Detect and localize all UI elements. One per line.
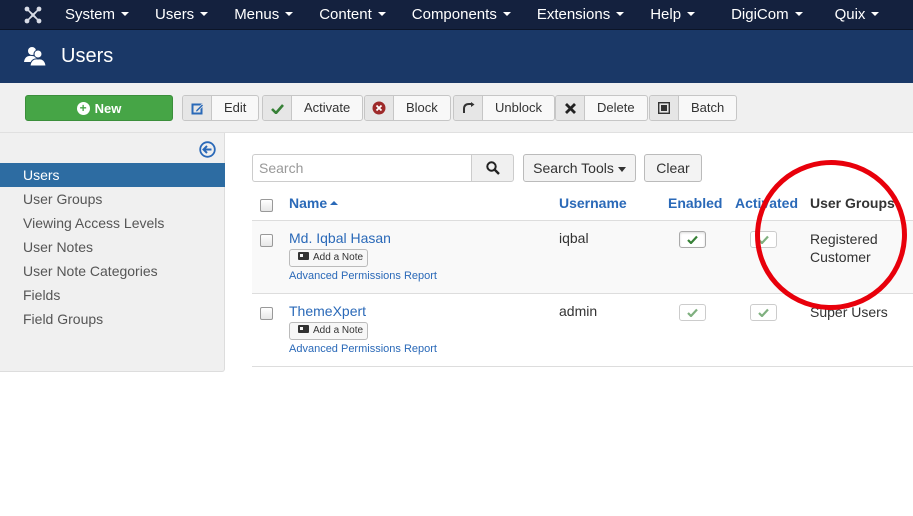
note-card-icon <box>298 325 309 334</box>
edit-button[interactable]: Edit <box>182 95 260 121</box>
caret-down-icon <box>687 12 696 17</box>
delete-x-icon <box>556 96 585 120</box>
clear-button[interactable]: Clear <box>644 154 702 182</box>
caret-down-icon <box>502 12 511 17</box>
new-button[interactable]: + New <box>25 95 173 121</box>
batch-square-icon <box>650 96 679 120</box>
menu-digicom[interactable]: DigiCom <box>718 0 816 30</box>
column-header-user-groups: User Groups <box>810 195 895 211</box>
checkmark-icon <box>758 308 769 317</box>
caret-down-icon <box>871 12 880 17</box>
permissions-report-link[interactable]: Advanced Permissions Report <box>289 343 437 355</box>
user-groups-cell: Registered Customer <box>810 231 878 265</box>
row-checkbox[interactable] <box>260 234 273 247</box>
sidebar-item-field-groups[interactable]: Field Groups <box>0 307 225 331</box>
redo-arrow-icon <box>454 96 483 120</box>
sidebar-item-users[interactable]: Users <box>0 163 225 187</box>
main-menu: System Users Menus Content Components Ex… <box>52 0 892 30</box>
column-header-username[interactable]: Username <box>559 195 627 211</box>
sidebar-item-user-notes[interactable]: User Notes <box>0 235 225 259</box>
sidebar: Users User Groups Viewing Access Levels … <box>0 133 225 372</box>
sort-asc-icon <box>330 200 339 205</box>
caret-down-icon <box>617 166 626 172</box>
username: iqbal <box>559 230 589 246</box>
page-title: Users <box>61 45 114 67</box>
activate-button[interactable]: Activate <box>262 95 364 121</box>
top-navbar: System Users Menus Content Components Ex… <box>0 0 913 30</box>
sidebar-item-fields[interactable]: Fields <box>0 283 225 307</box>
edit-icon <box>183 96 212 120</box>
user-name-link[interactable]: Md. Iqbal Hasan <box>289 230 391 246</box>
arrow-left-circle-icon[interactable] <box>199 141 216 158</box>
caret-down-icon <box>794 12 803 17</box>
checkmark-icon <box>687 308 698 317</box>
sidebar-item-user-note-categories[interactable]: User Note Categories <box>0 259 225 283</box>
activated-toggle[interactable] <box>750 304 777 321</box>
note-card-icon <box>298 252 309 261</box>
users-icon <box>24 47 46 66</box>
checkmark-icon <box>263 96 292 120</box>
permissions-report-link[interactable]: Advanced Permissions Report <box>289 270 437 282</box>
menu-help[interactable]: Help <box>637 0 708 30</box>
joomla-logo-icon[interactable] <box>24 6 42 24</box>
page-header: Users <box>0 30 913 83</box>
menu-extensions[interactable]: Extensions <box>524 0 637 30</box>
activated-toggle[interactable] <box>750 231 777 248</box>
menu-components[interactable]: Components <box>399 0 524 30</box>
menu-users[interactable]: Users <box>142 0 221 30</box>
enabled-toggle[interactable] <box>679 304 706 321</box>
plus-circle-icon: + <box>76 101 90 115</box>
menu-content[interactable]: Content <box>306 0 399 30</box>
sidebar-menu: Users User Groups Viewing Access Levels … <box>0 163 225 331</box>
search-tools-button[interactable]: Search Tools <box>523 154 636 182</box>
search-input[interactable] <box>252 154 472 182</box>
caret-down-icon <box>121 12 130 17</box>
search-icon <box>485 161 500 175</box>
add-note-button[interactable]: Add a Note <box>289 322 368 340</box>
block-circle-icon <box>365 96 394 120</box>
checkmark-icon <box>687 235 698 244</box>
add-note-button[interactable]: Add a Note <box>289 249 368 267</box>
username: admin <box>559 303 598 319</box>
user-groups-cell: Super Users <box>810 304 888 320</box>
row-checkbox[interactable] <box>260 307 273 320</box>
block-button[interactable]: Block <box>364 95 451 121</box>
enabled-toggle[interactable] <box>679 231 706 248</box>
select-all-checkbox[interactable] <box>260 199 273 212</box>
menu-quix[interactable]: Quix <box>822 0 893 30</box>
sidebar-item-user-groups[interactable]: User Groups <box>0 187 225 211</box>
delete-button[interactable]: Delete <box>555 95 648 121</box>
caret-down-icon <box>285 12 294 17</box>
caret-down-icon <box>200 12 209 17</box>
table-row: ThemeXpert Add a Note Advanced Permissio… <box>252 294 913 367</box>
batch-button[interactable]: Batch <box>649 95 738 121</box>
column-header-enabled[interactable]: Enabled <box>668 195 722 211</box>
table-row: Md. Iqbal Hasan Add a Note Advanced Perm… <box>252 221 913 294</box>
toolbar: + New Edit Activate Block Unblock Delete <box>0 83 913 133</box>
caret-down-icon <box>616 12 625 17</box>
user-name-link[interactable]: ThemeXpert <box>289 303 366 319</box>
menu-menus[interactable]: Menus <box>221 0 306 30</box>
menu-system[interactable]: System <box>52 0 142 30</box>
column-header-activated[interactable]: Activated <box>735 195 798 211</box>
unblock-button[interactable]: Unblock <box>453 95 555 121</box>
checkmark-icon <box>758 235 769 244</box>
column-header-name[interactable]: Name <box>289 195 339 211</box>
sidebar-item-viewing-access-levels[interactable]: Viewing Access Levels <box>0 211 225 235</box>
caret-down-icon <box>377 12 386 17</box>
search-button[interactable] <box>471 154 514 182</box>
